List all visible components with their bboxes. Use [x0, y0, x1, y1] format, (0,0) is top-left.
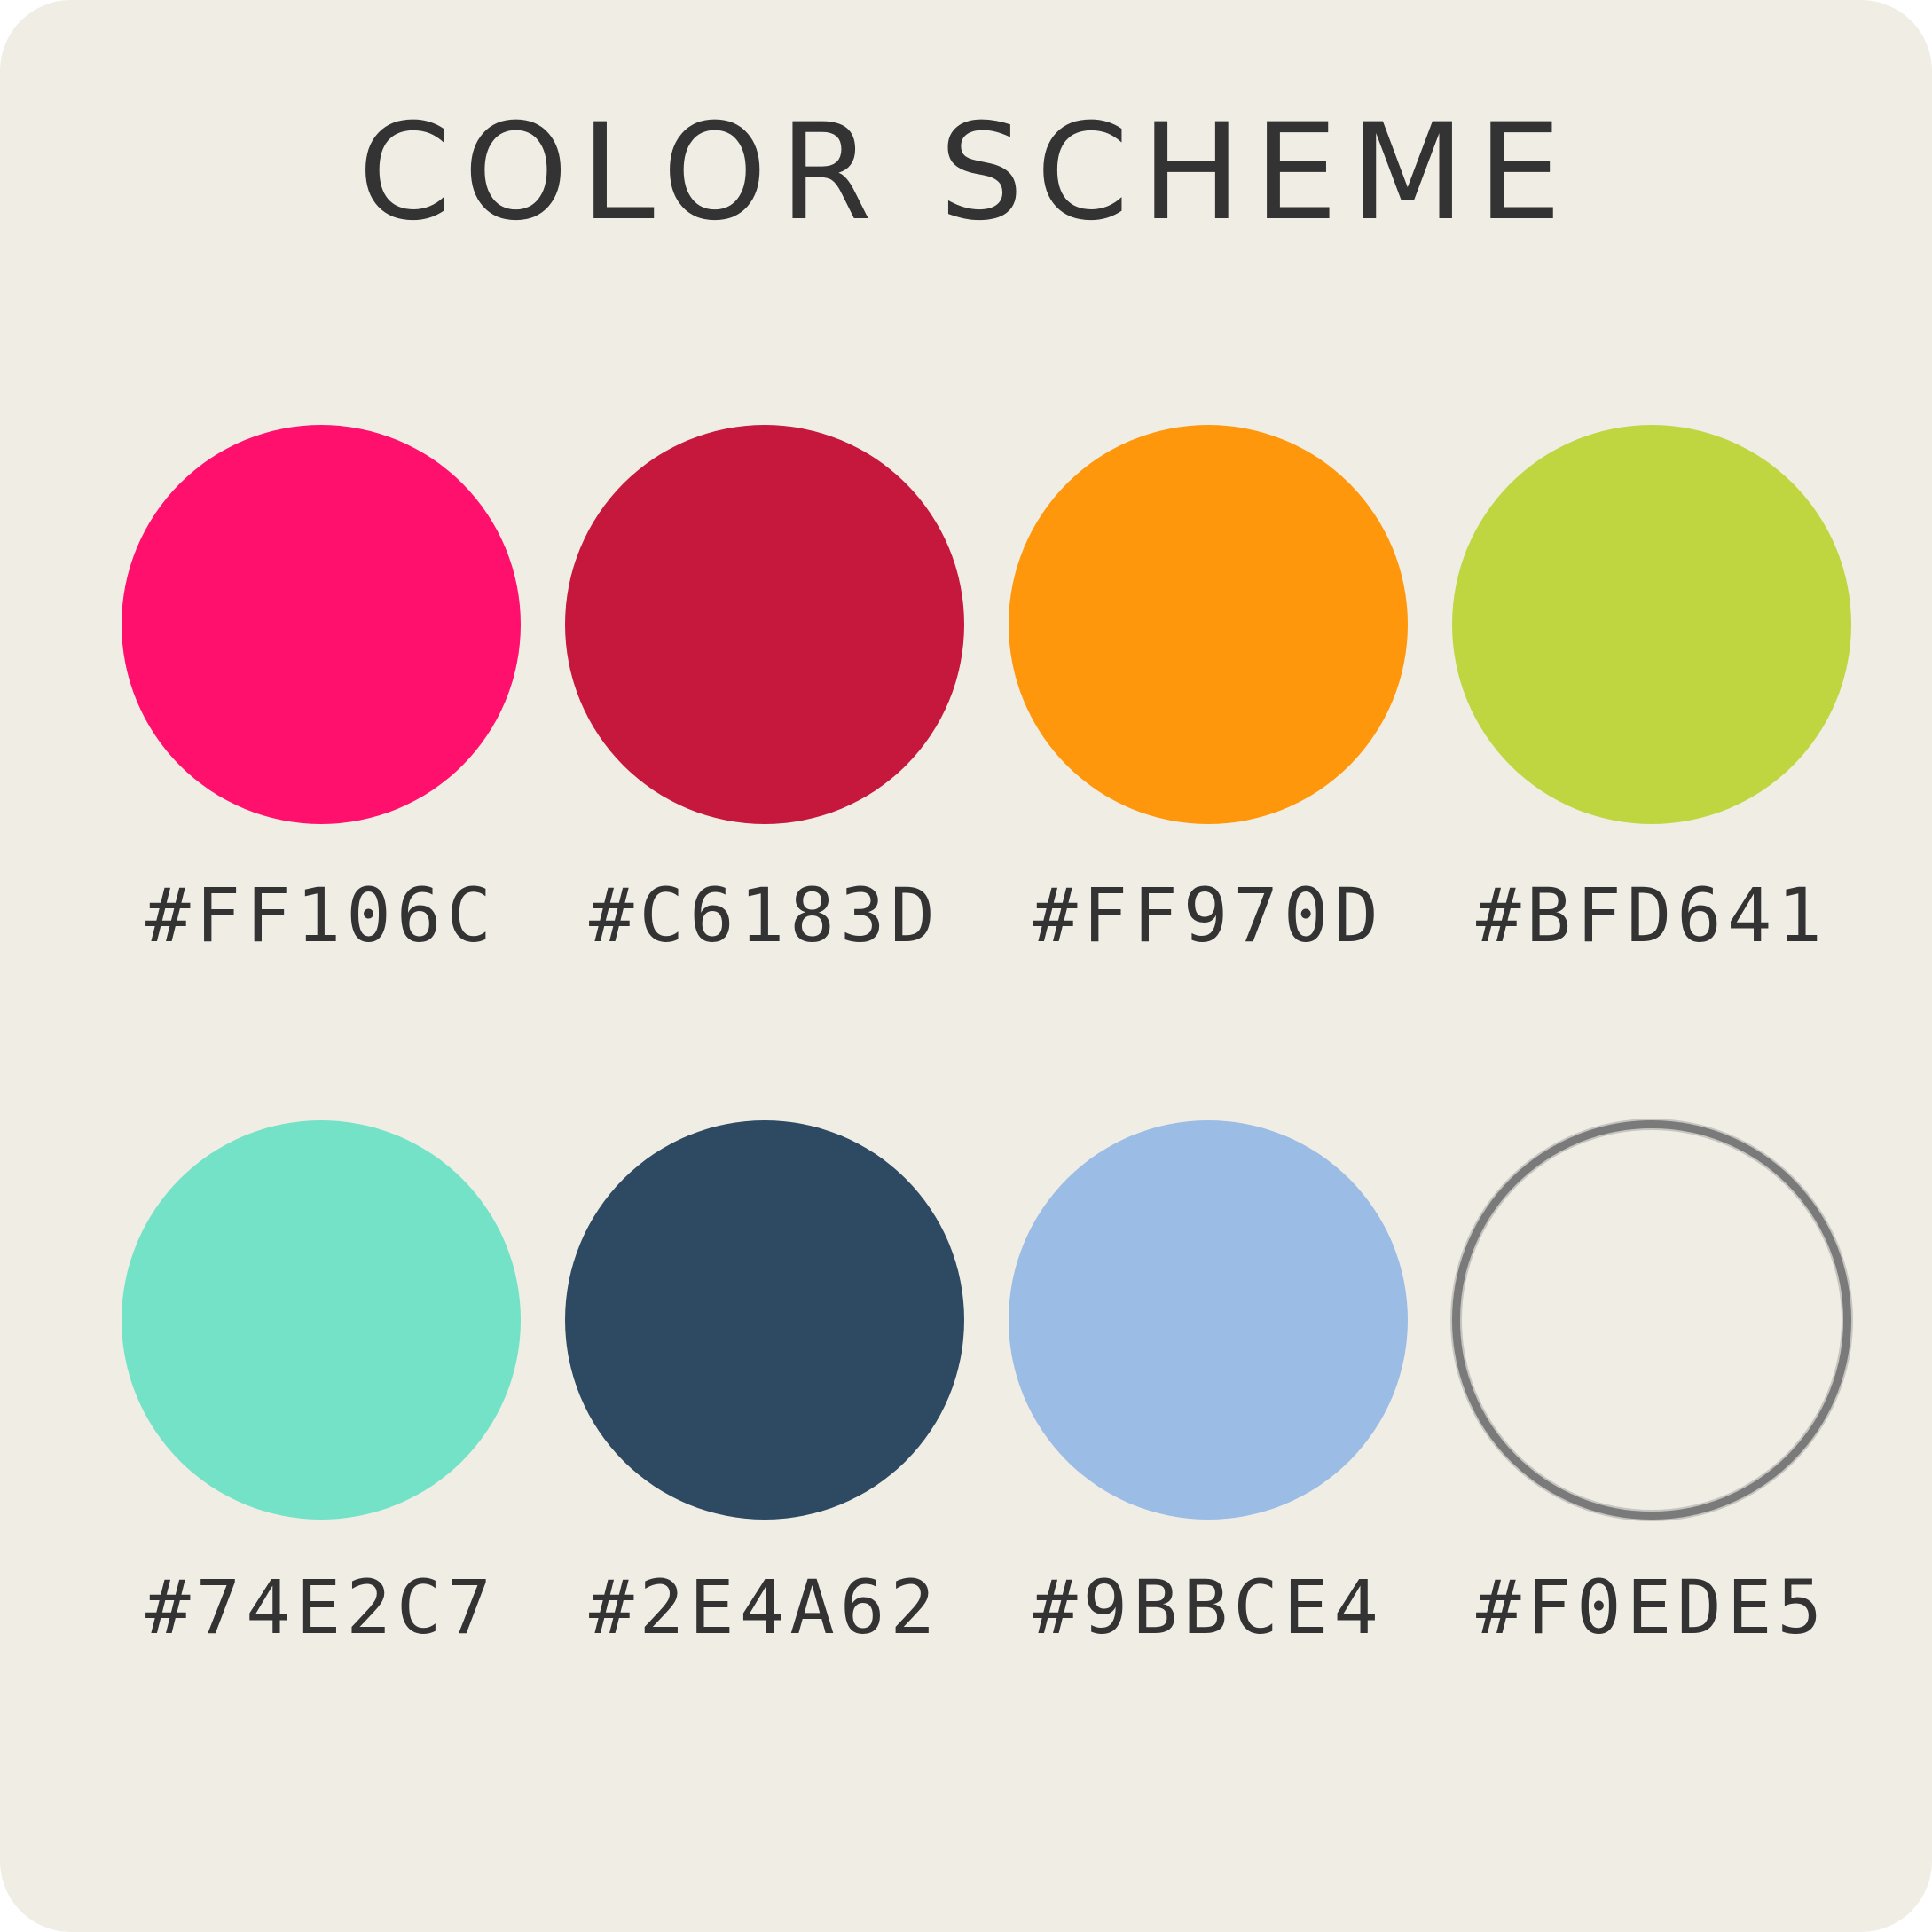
color-swatch-8-outline: [1452, 1120, 1851, 1520]
hex-label-1: #FF106C: [145, 872, 497, 959]
color-swatch-5: [122, 1120, 521, 1520]
hex-label-5: #74E2C7: [145, 1564, 497, 1651]
hex-label-6: #2E4A62: [588, 1564, 940, 1651]
color-swatch-1: [122, 425, 521, 824]
hex-label-7: #9BBCE4: [1032, 1564, 1384, 1651]
color-swatch-2: [565, 425, 964, 824]
color-swatch-4: [1452, 425, 1851, 824]
color-swatch-3: [1009, 425, 1408, 824]
hex-label-2: #C6183D: [588, 872, 940, 959]
color-scheme-card: COLOR SCHEME #FF106C #C6183D #FF970D #BF…: [0, 0, 1932, 1932]
color-swatch-7: [1009, 1120, 1408, 1520]
hex-label-4: #BFD641: [1475, 872, 1827, 959]
page-title: COLOR SCHEME: [357, 96, 1575, 250]
hex-label-8: #F0EDE5: [1475, 1564, 1827, 1651]
color-swatch-6: [565, 1120, 964, 1520]
hex-label-3: #FF970D: [1032, 872, 1384, 959]
